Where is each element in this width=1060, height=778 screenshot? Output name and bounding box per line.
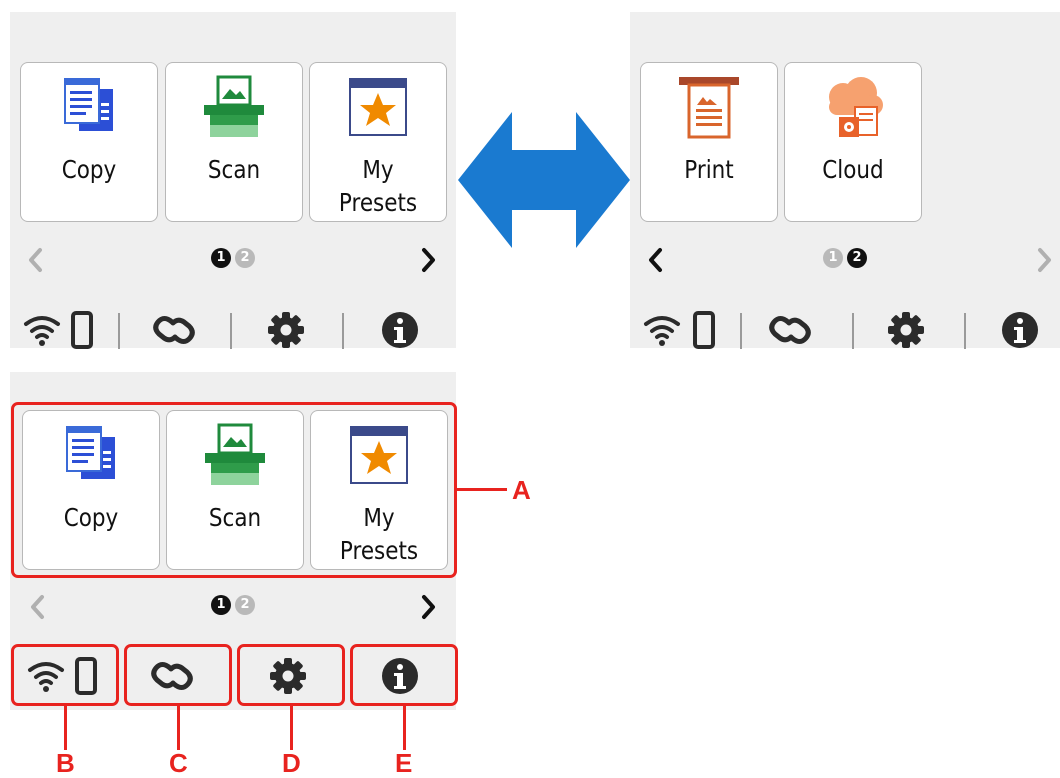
gear-icon[interactable] (886, 305, 926, 355)
callout-label-a: A (512, 475, 531, 505)
page-dot-1[interactable]: 1 (823, 248, 843, 268)
leader-line-b (64, 706, 67, 750)
page-dot-1[interactable]: 1 (211, 595, 231, 615)
callout-label-e: E (395, 748, 413, 778)
separator (852, 313, 854, 349)
leader-line-e (403, 706, 406, 750)
print-label: Print (684, 155, 734, 184)
info-icon[interactable] (1000, 305, 1040, 355)
copy-tile[interactable]: Copy (20, 62, 158, 222)
chevron-right-icon[interactable] (416, 592, 440, 622)
scan-icon (202, 75, 266, 139)
callout-label-c: C (169, 748, 188, 778)
link-icon[interactable] (768, 305, 812, 355)
page-dot-1[interactable]: 1 (211, 248, 231, 268)
page-indicator: 1 2 (10, 595, 456, 615)
page-navigation: 1 2 (10, 592, 456, 622)
callout-frame-c (124, 644, 232, 706)
copy-icon (57, 75, 121, 139)
my-presets-icon (346, 75, 410, 139)
home-screen-page-1: Copy Scan My Presets 1 2 (10, 12, 456, 349)
copy-label: Copy (61, 155, 117, 184)
page-dot-2[interactable]: 2 (235, 248, 255, 268)
page-indicator: 1 2 (630, 248, 1060, 268)
chevron-right-icon[interactable] (416, 245, 440, 275)
page-navigation: 1 2 (10, 245, 456, 275)
print-icon (677, 75, 741, 139)
print-tile[interactable]: Print (640, 62, 778, 222)
double-arrow-icon (458, 112, 630, 248)
cloud-label: Cloud (822, 155, 884, 184)
wifi-icon[interactable] (22, 305, 62, 355)
callout-label-b: B (56, 748, 75, 778)
scan-tile[interactable]: Scan (165, 62, 303, 222)
cloud-icon (821, 75, 885, 139)
page-dot-2[interactable]: 2 (235, 595, 255, 615)
separator (740, 313, 742, 349)
callout-frame-b (11, 644, 119, 706)
callout-frame-a (11, 402, 457, 578)
callout-frame-e (350, 644, 458, 706)
leader-line-a (457, 488, 507, 491)
wifi-icon[interactable] (642, 305, 682, 355)
callout-label-d: D (282, 748, 301, 778)
separator (342, 313, 344, 349)
smartphone-icon[interactable] (70, 305, 94, 355)
separator (118, 313, 120, 349)
my-presets-label: My Presets (338, 155, 418, 217)
chevron-right-icon[interactable] (1032, 245, 1056, 275)
link-icon[interactable] (152, 305, 196, 355)
leader-line-c (177, 706, 180, 750)
callout-frame-d (237, 644, 345, 706)
my-presets-tile[interactable]: My Presets (309, 62, 447, 222)
cloud-tile[interactable]: Cloud (784, 62, 922, 222)
home-screen-page-2: Print Cloud 1 2 (630, 12, 1060, 349)
page-navigation: 1 2 (630, 245, 1060, 275)
info-icon[interactable] (380, 305, 420, 355)
separator (964, 313, 966, 349)
separator (230, 313, 232, 349)
status-bar (630, 305, 1060, 355)
page-indicator: 1 2 (10, 248, 456, 268)
gear-icon[interactable] (266, 305, 306, 355)
status-bar (10, 305, 456, 355)
scan-label: Scan (207, 155, 261, 184)
smartphone-icon[interactable] (692, 305, 716, 355)
page-dot-2[interactable]: 2 (847, 248, 867, 268)
leader-line-d (290, 706, 293, 750)
